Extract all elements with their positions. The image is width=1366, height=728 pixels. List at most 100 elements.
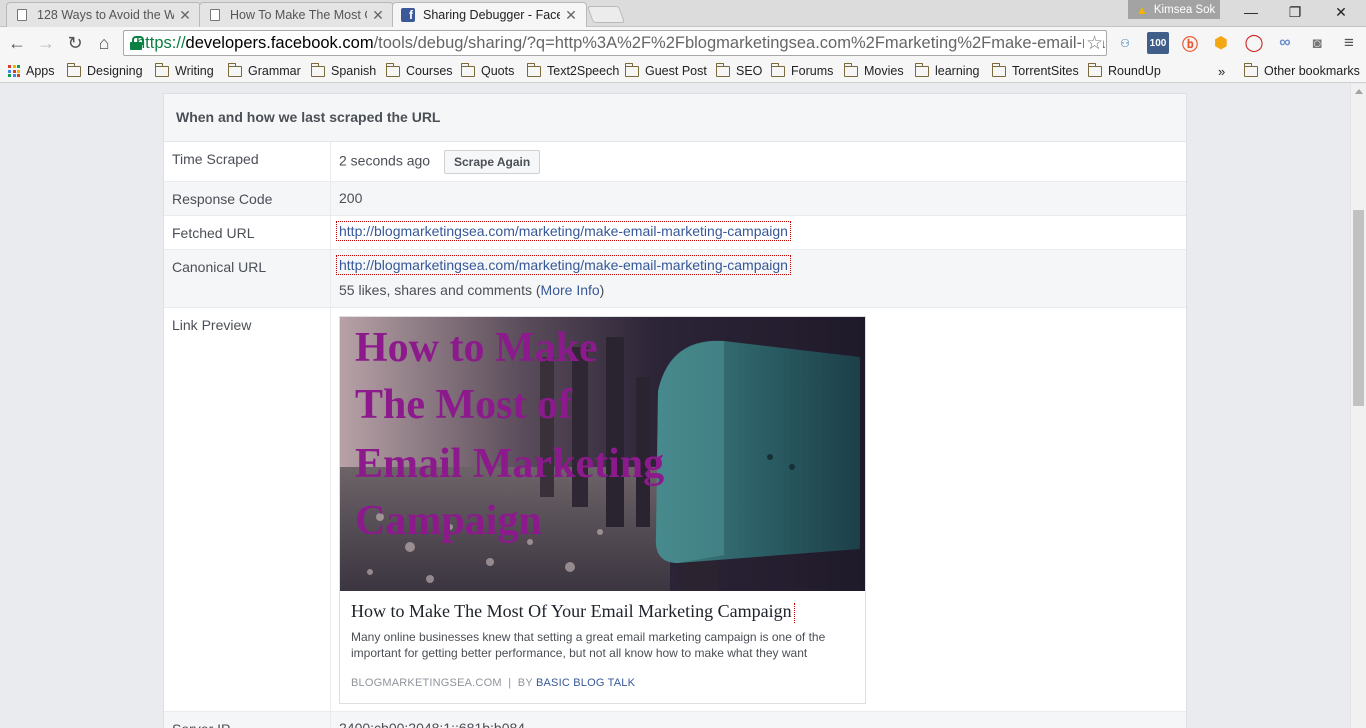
response-code-value: 200 <box>339 190 363 206</box>
profile-name: Kimsea Sok <box>1153 3 1216 16</box>
more-info-link[interactable]: More Info <box>541 282 600 298</box>
bookmark-folder-movies[interactable]: Movies <box>843 62 904 80</box>
close-icon[interactable]: ✕ <box>371 7 385 24</box>
scroll-up-arrow-icon[interactable] <box>1355 89 1363 94</box>
bookmark-folder-learning[interactable]: learning <box>914 62 979 80</box>
bookmark-folder-seo[interactable]: SEO <box>715 62 762 80</box>
bookmark-folder-writing[interactable]: Writing <box>154 62 214 80</box>
folder-icon <box>154 62 169 77</box>
close-window-button[interactable]: ✕ <box>1318 0 1364 24</box>
row-time-scraped: Time Scraped 2 seconds ago Scrape Again <box>164 142 1186 182</box>
row-label: Response Code <box>164 182 331 215</box>
bookmark-label: TorrentSites <box>1012 64 1079 78</box>
scrape-again-button[interactable]: Scrape Again <box>443 150 541 174</box>
fetched-url-link[interactable]: http://blogmarketingsea.com/marketing/ma… <box>336 221 791 241</box>
preview-image-line-4: Campaign <box>355 498 542 544</box>
back-arrow-icon[interactable]: ← <box>5 31 29 55</box>
folder-icon <box>460 62 475 77</box>
forward-arrow-icon[interactable]: → <box>34 31 58 55</box>
tab-sharing-debugger[interactable]: f Sharing Debugger - Faceb ✕ <box>392 2 587 27</box>
bookmark-folder-roundup[interactable]: RoundUp <box>1087 62 1161 80</box>
extension-100-icon[interactable]: 100 <box>1147 32 1169 54</box>
page-scrollbar[interactable] <box>1350 84 1366 728</box>
folder-icon <box>991 62 1006 77</box>
extension-translate-icon[interactable]: ⚇ <box>1114 32 1136 54</box>
bookmark-label: Spanish <box>331 64 377 78</box>
scrollbar-thumb[interactable] <box>1353 210 1364 406</box>
preview-title[interactable]: How to Make The Most Of Your Email Marke… <box>351 601 795 623</box>
row-fetched-url: Fetched URL http://blogmarketingsea.com/… <box>164 216 1186 250</box>
camera-icon[interactable]: ◙ <box>1306 32 1328 54</box>
row-label: Canonical URL <box>164 250 331 307</box>
bookmark-label: Forums <box>791 64 834 78</box>
close-icon[interactable]: ✕ <box>564 7 578 24</box>
page-icon <box>208 8 222 22</box>
facebook-icon: f <box>401 8 415 22</box>
folder-icon <box>310 62 325 77</box>
time-scraped-value: 2 seconds ago <box>339 152 431 169</box>
row-server-ip: Server IP 2400:cb00:2048:1::681b:b084 <box>164 712 1186 728</box>
preview-title-text: How to Make The Most Of Your Email Marke… <box>351 601 792 621</box>
row-link-preview: Link Preview How to Make The Most of Ema… <box>164 308 1186 712</box>
bookmarks-overflow-chevron-icon[interactable]: » <box>1218 62 1225 80</box>
bookmark-folder-other[interactable]: Other bookmarks <box>1243 62 1360 80</box>
bookmark-folder-guest-post[interactable]: Guest Post <box>624 62 707 80</box>
bookmark-folder-courses[interactable]: Courses <box>385 62 453 80</box>
canonical-url-link[interactable]: http://blogmarketingsea.com/marketing/ma… <box>336 255 791 275</box>
bookmark-folder-text2speech[interactable]: Text2Speech <box>526 62 620 80</box>
close-icon[interactable]: ✕ <box>178 7 192 24</box>
profile-button[interactable]: ▲ Kimsea Sok <box>1128 0 1220 19</box>
bookmark-label: Movies <box>864 64 904 78</box>
apps-grid-icon <box>8 65 20 77</box>
row-value: http://blogmarketingsea.com/marketing/ma… <box>336 255 791 275</box>
bookmark-folder-torrentsites[interactable]: TorrentSites <box>991 62 1079 80</box>
extension-hex-icon[interactable]: ⬢ <box>1210 32 1232 54</box>
server-ip-value: 2400:cb00:2048:1::681b:b084 <box>339 720 526 728</box>
engagement-summary: 55 likes, shares and comments (More Info… <box>339 282 604 298</box>
row-value: 2 seconds ago Scrape Again <box>339 150 541 174</box>
extension-b-icon[interactable]: ⓑ <box>1179 32 1201 54</box>
page-icon <box>15 8 29 22</box>
bookmark-star-icon[interactable]: ☆ <box>1083 32 1103 55</box>
row-response-code: Response Code 200 <box>164 182 1186 216</box>
bookmark-folder-designing[interactable]: Designing <box>66 62 143 80</box>
tab-strip: 128 Ways to Avoid the Wo ✕ How To Make T… <box>0 0 1366 27</box>
folder-icon <box>385 62 400 77</box>
menu-icon[interactable]: ≡ <box>1338 32 1360 54</box>
bookmark-folder-quots[interactable]: Quots <box>460 62 514 80</box>
folder-icon <box>843 62 858 77</box>
extension-opera-icon[interactable]: ◯ <box>1243 32 1265 54</box>
home-icon[interactable]: ⌂ <box>92 31 116 55</box>
folder-icon <box>770 62 785 77</box>
reload-icon[interactable]: ↻ <box>63 31 87 55</box>
bookmark-label: Text2Speech <box>547 64 620 78</box>
folder-icon <box>66 62 81 77</box>
restore-button[interactable]: ❐ <box>1272 0 1318 24</box>
minimize-button[interactable]: — <box>1228 0 1274 24</box>
bookmark-label: Writing <box>175 64 214 78</box>
bookmark-folder-forums[interactable]: Forums <box>770 62 834 80</box>
extension-link-icon[interactable]: ∞ <box>1274 32 1296 54</box>
tab-title: How To Make The Most O <box>230 8 367 22</box>
preview-by-prefix: BY <box>517 677 533 689</box>
bookmark-folder-grammar[interactable]: Grammar <box>227 62 301 80</box>
url-path: /tools/debug/sharing/?q=http%3A%2F%2Fblo… <box>373 33 1106 52</box>
tab-how-to-make[interactable]: How To Make The Most O ✕ <box>199 2 394 27</box>
address-bar[interactable]: https://developers.facebook.com/tools/de… <box>123 30 1107 56</box>
link-preview-card[interactable]: How to Make The Most of Email Marketing … <box>339 316 866 704</box>
new-tab-button[interactable] <box>586 6 626 23</box>
folder-icon <box>624 62 639 77</box>
folder-icon <box>914 62 929 77</box>
row-label: Server IP <box>164 712 331 728</box>
engagement-text: 55 likes, shares and comments ( <box>339 282 541 298</box>
warning-icon: ▲ <box>1136 2 1148 17</box>
preview-image-line-1: How to Make <box>355 325 598 371</box>
bookmark-apps[interactable]: Apps <box>8 62 55 80</box>
tab-128-ways[interactable]: 128 Ways to Avoid the Wo ✕ <box>6 2 201 27</box>
row-label: Fetched URL <box>164 216 331 249</box>
bookmark-folder-spanish[interactable]: Spanish <box>310 62 377 80</box>
preview-description: Many online businesses knew that setting… <box>351 630 826 660</box>
preview-image[interactable]: How to Make The Most of Email Marketing … <box>340 317 865 591</box>
bookmark-label: Other bookmarks <box>1264 64 1360 78</box>
preview-author-link[interactable]: BASIC BLOG TALK <box>536 677 635 689</box>
